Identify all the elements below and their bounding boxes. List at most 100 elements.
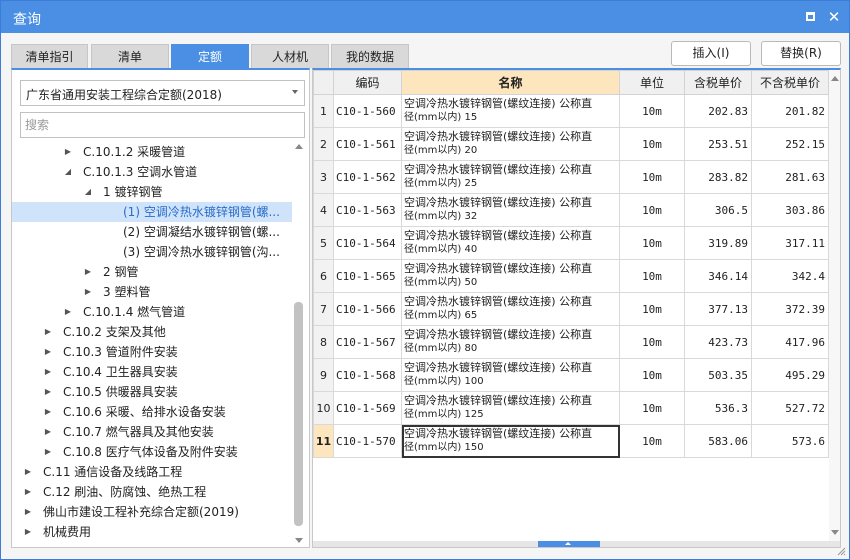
tax-price-cell[interactable]: 306.5 xyxy=(684,193,752,227)
code-cell[interactable]: C10-1-560 xyxy=(333,94,402,128)
name-cell[interactable]: 空调冷热水镀锌钢管(螺纹连接) 公称直 径(mm以内) 80 xyxy=(401,325,620,359)
expand-arrow-icon[interactable]: ▶ xyxy=(23,482,33,502)
tree-scrollbar[interactable] xyxy=(293,142,305,546)
scroll-thumb[interactable] xyxy=(294,302,303,526)
collapse-arrow-icon[interactable]: ◢ xyxy=(63,162,73,182)
tab-list-guide[interactable]: 清单指引 xyxy=(11,44,88,68)
unit-cell[interactable]: 10m xyxy=(619,325,685,359)
expand-arrow-icon[interactable]: ▶ xyxy=(63,302,73,322)
name-cell[interactable]: 空调冷热水镀锌钢管(螺纹连接) 公称直 径(mm以内) 15 xyxy=(401,94,620,128)
tree-node[interactable]: ▶ C.11 通信设备及线路工程 xyxy=(12,462,292,482)
table-row[interactable]: 3 C10-1-562 空调冷热水镀锌钢管(螺纹连接) 公称直 径(mm以内) 25 1… xyxy=(313,160,829,194)
name-cell[interactable]: 空调冷热水镀锌钢管(螺纹连接) 公称直 径(mm以内) 20 xyxy=(401,127,620,161)
notax-price-cell[interactable]: 527.72 xyxy=(751,391,829,425)
unit-cell[interactable]: 10m xyxy=(619,424,685,458)
expand-arrow-icon[interactable]: ▶ xyxy=(43,342,53,362)
unit-cell[interactable]: 10m xyxy=(619,160,685,194)
expand-arrow-icon[interactable]: ▶ xyxy=(43,402,53,422)
expand-arrow-icon[interactable]: ▶ xyxy=(43,322,53,342)
code-cell[interactable]: C10-1-566 xyxy=(333,292,402,326)
table-row[interactable]: 2 C10-1-561 空调冷热水镀锌钢管(螺纹连接) 公称直 径(mm以内) 20 1… xyxy=(313,127,829,161)
tree-node[interactable]: ▶ C.10.7 燃气器具及其他安装 xyxy=(12,422,292,442)
row-number[interactable]: 5 xyxy=(313,226,334,260)
tax-price-cell[interactable]: 583.06 xyxy=(684,424,752,458)
row-number[interactable]: 6 xyxy=(313,259,334,293)
tab-list[interactable]: 清单 xyxy=(91,44,169,68)
scroll-down-icon[interactable] xyxy=(831,530,839,535)
expand-arrow-icon[interactable]: ▶ xyxy=(43,382,53,402)
tree-node[interactable]: ▶ C.10.4 卫生器具安装 xyxy=(12,362,292,382)
expand-arrow-icon[interactable]: ▶ xyxy=(83,282,93,302)
name-cell[interactable]: 空调冷热水镀锌钢管(螺纹连接) 公称直 径(mm以内) 125 xyxy=(401,391,620,425)
name-cell[interactable]: 空调冷热水镀锌钢管(螺纹连接) 公称直 径(mm以内) 40 xyxy=(401,226,620,260)
replace-button[interactable]: 替换(R) xyxy=(761,41,841,66)
code-cell[interactable]: C10-1-570 xyxy=(333,424,402,458)
unit-cell[interactable]: 10m xyxy=(619,358,685,392)
header-unit[interactable]: 单位 xyxy=(619,70,685,95)
tree-node[interactable]: ▶ 机械费用 xyxy=(12,522,292,542)
row-number[interactable]: 8 xyxy=(313,325,334,359)
code-cell[interactable]: C10-1-568 xyxy=(333,358,402,392)
tax-price-cell[interactable]: 202.83 xyxy=(684,94,752,128)
table-row[interactable]: 10 C10-1-569 空调冷热水镀锌钢管(螺纹连接) 公称直 径(mm以内) 12… xyxy=(313,391,829,425)
quota-library-select[interactable]: 广东省通用安装工程综合定额(2018) xyxy=(20,80,305,106)
expand-arrow-icon[interactable]: ▶ xyxy=(23,462,33,482)
tree-node[interactable]: (3) 空调冷热水镀锌钢管(沟... xyxy=(12,242,292,262)
tree-node[interactable]: ◢ 1 镀锌钢管 xyxy=(12,182,292,202)
unit-cell[interactable]: 10m xyxy=(619,226,685,260)
tax-price-cell[interactable]: 253.51 xyxy=(684,127,752,161)
unit-cell[interactable]: 10m xyxy=(619,292,685,326)
notax-price-cell[interactable]: 252.15 xyxy=(751,127,829,161)
row-number[interactable]: 10 xyxy=(313,391,334,425)
header-notax-price[interactable]: 不含税单价 xyxy=(751,70,829,95)
table-row[interactable]: 4 C10-1-563 空调冷热水镀锌钢管(螺纹连接) 公称直 径(mm以内) 32 1… xyxy=(313,193,829,227)
notax-price-cell[interactable]: 573.6 xyxy=(751,424,829,458)
tree-node[interactable]: ▶ C.10.5 供暖器具安装 xyxy=(12,382,292,402)
tax-price-cell[interactable]: 503.35 xyxy=(684,358,752,392)
scroll-down-icon[interactable] xyxy=(295,538,303,543)
notax-price-cell[interactable]: 495.29 xyxy=(751,358,829,392)
resize-grip-icon[interactable] xyxy=(836,546,846,556)
expand-arrow-icon[interactable]: ▶ xyxy=(43,422,53,442)
tab-labor-material-machine[interactable]: 人材机 xyxy=(251,44,329,68)
header-name[interactable]: 名称 xyxy=(401,70,620,95)
tree-node[interactable]: ◢ C.10.1.3 空调水管道 xyxy=(12,162,292,182)
table-row[interactable]: 11 C10-1-570 空调冷热水镀锌钢管(螺纹连接) 公称直 径(mm以内) 15… xyxy=(313,424,829,458)
code-cell[interactable]: C10-1-564 xyxy=(333,226,402,260)
tree-node[interactable]: ▶ C.10.1.2 采暖管道 xyxy=(12,142,292,162)
notax-price-cell[interactable]: 281.63 xyxy=(751,160,829,194)
code-cell[interactable]: C10-1-562 xyxy=(333,160,402,194)
notax-price-cell[interactable]: 303.86 xyxy=(751,193,829,227)
tree-node[interactable]: ▶ C.10.8 医疗气体设备及附件安装 xyxy=(12,442,292,462)
tree-node[interactable]: ▶ 2 钢管 xyxy=(12,262,292,282)
expand-arrow-icon[interactable]: ▶ xyxy=(83,262,93,282)
tax-price-cell[interactable]: 283.82 xyxy=(684,160,752,194)
table-row[interactable]: 6 C10-1-565 空调冷热水镀锌钢管(螺纹连接) 公称直 径(mm以内) 50 1… xyxy=(313,259,829,293)
header-tax-price[interactable]: 含税单价 xyxy=(684,70,752,95)
tree-node[interactable]: ▶ C.12 刷油、防腐蚀、绝热工程 xyxy=(12,482,292,502)
table-row[interactable]: 8 C10-1-567 空调冷热水镀锌钢管(螺纹连接) 公称直 径(mm以内) 80 1… xyxy=(313,325,829,359)
expand-arrow-icon[interactable]: ▶ xyxy=(23,502,33,522)
notax-price-cell[interactable]: 372.39 xyxy=(751,292,829,326)
name-cell[interactable]: 空调冷热水镀锌钢管(螺纹连接) 公称直 径(mm以内) 32 xyxy=(401,193,620,227)
name-cell[interactable]: 空调冷热水镀锌钢管(螺纹连接) 公称直 径(mm以内) 50 xyxy=(401,259,620,293)
search-box[interactable] xyxy=(20,112,305,138)
table-row[interactable]: 5 C10-1-564 空调冷热水镀锌钢管(螺纹连接) 公称直 径(mm以内) 40 1… xyxy=(313,226,829,260)
code-cell[interactable]: C10-1-561 xyxy=(333,127,402,161)
title-bar[interactable]: 查询 ✕ xyxy=(1,1,849,33)
row-number[interactable]: 3 xyxy=(313,160,334,194)
tax-price-cell[interactable]: 346.14 xyxy=(684,259,752,293)
tax-price-cell[interactable]: 536.3 xyxy=(684,391,752,425)
tree-node[interactable]: ▶ C.10.1.4 燃气管道 xyxy=(12,302,292,322)
notax-price-cell[interactable]: 317.11 xyxy=(751,226,829,260)
insert-button[interactable]: 插入(I) xyxy=(671,41,751,66)
maximize-icon[interactable] xyxy=(802,9,818,25)
row-number[interactable]: 11 xyxy=(313,424,334,458)
notax-price-cell[interactable]: 342.4 xyxy=(751,259,829,293)
tab-quota[interactable]: 定额 xyxy=(171,44,249,68)
name-cell[interactable]: 空调冷热水镀锌钢管(螺纹连接) 公称直 径(mm以内) 25 xyxy=(401,160,620,194)
tree-node[interactable]: ▶ C.10.3 管道附件安装 xyxy=(12,342,292,362)
row-number[interactable]: 9 xyxy=(313,358,334,392)
unit-cell[interactable]: 10m xyxy=(619,94,685,128)
expand-arrow-icon[interactable]: ▶ xyxy=(43,362,53,382)
